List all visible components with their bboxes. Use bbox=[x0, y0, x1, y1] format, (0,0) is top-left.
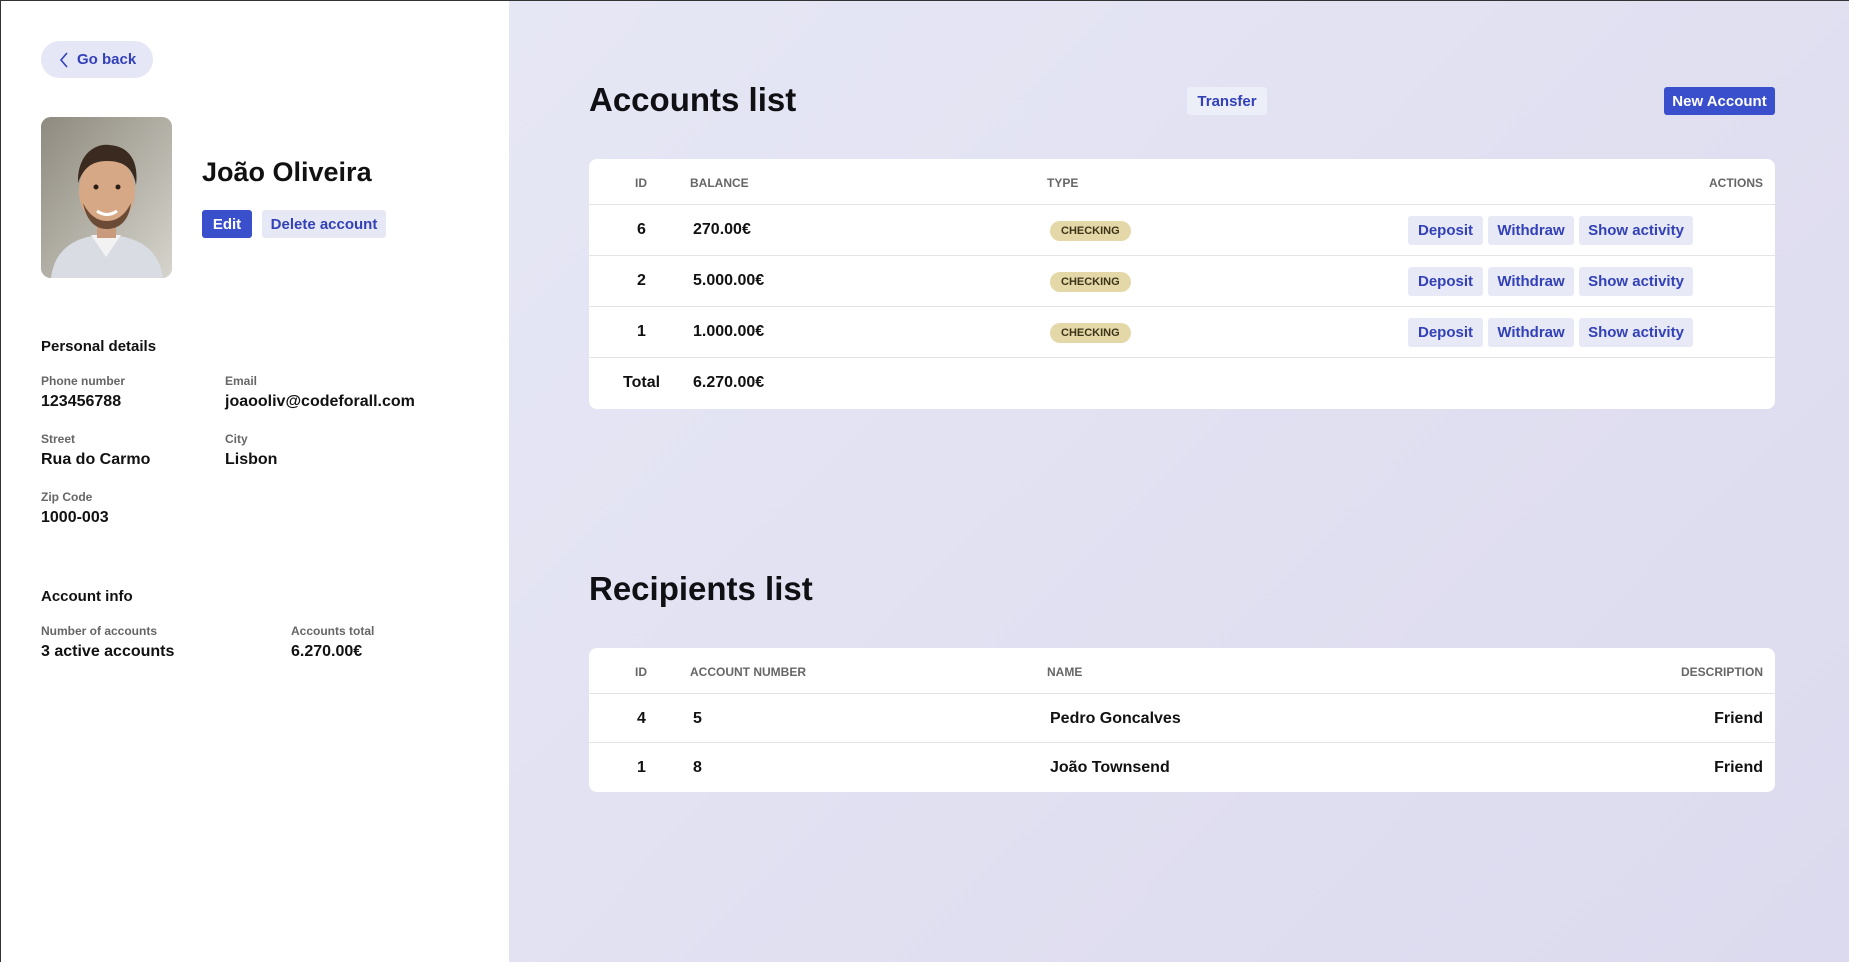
account-type-badge: CHECKING bbox=[1050, 323, 1131, 343]
total-value: 6.270.00€ bbox=[693, 374, 765, 391]
phone-label: Phone number bbox=[41, 374, 126, 388]
column-header: ACTIONS bbox=[1709, 176, 1763, 190]
phone-value: 123456788 bbox=[41, 393, 122, 410]
recipient-name: João Townsend bbox=[1050, 759, 1170, 776]
street-label: Street bbox=[41, 432, 76, 446]
table-row: 2 5.000.00€ CHECKING Deposit Withdraw Sh… bbox=[589, 256, 1775, 307]
personal-details-title: Personal details bbox=[41, 338, 157, 355]
accounts-table: ID BALANCE TYPE ACTIONS 6 270.00€ CHECKI… bbox=[589, 159, 1775, 409]
show-activity-button[interactable]: Show activity bbox=[1579, 267, 1693, 296]
account-balance: 1.000.00€ bbox=[693, 323, 765, 340]
account-id: 6 bbox=[637, 221, 646, 238]
table-row: 4 5 Pedro Goncalves Friend bbox=[589, 694, 1775, 743]
user-photo bbox=[41, 117, 172, 278]
table-row: 6 270.00€ CHECKING Deposit Withdraw Show… bbox=[589, 205, 1775, 256]
table-header: ID BALANCE TYPE ACTIONS bbox=[589, 159, 1775, 205]
chevron-left-icon bbox=[59, 51, 68, 68]
table-row: 1 1.000.00€ CHECKING Deposit Withdraw Sh… bbox=[589, 307, 1775, 358]
recipient-account: 5 bbox=[693, 710, 702, 727]
transfer-button[interactable]: Transfer bbox=[1187, 87, 1267, 115]
account-info-title: Account info bbox=[41, 588, 133, 605]
go-back-label: Go back bbox=[77, 51, 137, 68]
column-header: ACCOUNT NUMBER bbox=[690, 665, 806, 679]
recipients-table: ID ACCOUNT NUMBER NAME DESCRIPTION 4 5 P… bbox=[589, 648, 1775, 792]
accounts-heading: Accounts list bbox=[589, 81, 797, 118]
street-value: Rua do Carmo bbox=[41, 451, 151, 468]
recipient-id: 4 bbox=[637, 710, 646, 727]
account-type-badge: CHECKING bbox=[1050, 221, 1131, 241]
new-account-button[interactable]: New Account bbox=[1664, 87, 1775, 115]
edit-button[interactable]: Edit bbox=[202, 210, 252, 238]
account-type-badge: CHECKING bbox=[1050, 272, 1131, 292]
city-value: Lisbon bbox=[225, 451, 278, 468]
column-header: TYPE bbox=[1047, 176, 1079, 190]
column-header: NAME bbox=[1047, 665, 1083, 679]
user-name: João Oliveira bbox=[202, 157, 372, 187]
column-header: ID bbox=[635, 176, 647, 190]
go-back-button[interactable]: Go back bbox=[41, 41, 153, 78]
total-label: Total bbox=[623, 374, 661, 391]
show-activity-button[interactable]: Show activity bbox=[1579, 318, 1693, 347]
num-accounts-value: 3 active accounts bbox=[41, 643, 175, 660]
total-row: Total 6.270.00€ bbox=[589, 358, 1775, 409]
withdraw-button[interactable]: Withdraw bbox=[1488, 318, 1574, 347]
account-id: 1 bbox=[637, 323, 646, 340]
avatar bbox=[41, 117, 172, 278]
account-balance: 5.000.00€ bbox=[693, 272, 765, 289]
recipient-account: 8 bbox=[693, 759, 702, 776]
withdraw-button[interactable]: Withdraw bbox=[1488, 216, 1574, 245]
deposit-button[interactable]: Deposit bbox=[1408, 318, 1483, 347]
accounts-total-label: Accounts total bbox=[291, 624, 375, 638]
deposit-button[interactable]: Deposit bbox=[1408, 267, 1483, 296]
city-label: City bbox=[225, 432, 248, 446]
recipient-name: Pedro Goncalves bbox=[1050, 710, 1181, 727]
table-header: ID ACCOUNT NUMBER NAME DESCRIPTION bbox=[589, 648, 1775, 694]
column-header: ID bbox=[635, 665, 647, 679]
recipients-heading: Recipients list bbox=[589, 570, 813, 607]
deposit-button[interactable]: Deposit bbox=[1408, 216, 1483, 245]
table-row: 1 8 João Townsend Friend bbox=[589, 743, 1775, 792]
withdraw-button[interactable]: Withdraw bbox=[1488, 267, 1574, 296]
email-value: joaooliv@codeforall.com bbox=[225, 393, 415, 410]
show-activity-button[interactable]: Show activity bbox=[1579, 216, 1693, 245]
zip-label: Zip Code bbox=[41, 490, 93, 504]
profile-sidebar: Go back João Oliveira Edit Delete accoun… bbox=[0, 0, 509, 962]
num-accounts-label: Number of accounts bbox=[41, 624, 158, 638]
account-balance: 270.00€ bbox=[693, 221, 751, 238]
recipient-description: Friend bbox=[1714, 710, 1763, 727]
delete-account-button[interactable]: Delete account bbox=[262, 210, 386, 238]
account-id: 2 bbox=[637, 272, 646, 289]
recipient-id: 1 bbox=[637, 759, 646, 776]
column-header: BALANCE bbox=[690, 176, 749, 190]
accounts-total-value: 6.270.00€ bbox=[291, 643, 363, 660]
column-header: DESCRIPTION bbox=[1680, 665, 1763, 679]
recipient-description: Friend bbox=[1714, 759, 1763, 776]
zip-value: 1000-003 bbox=[41, 509, 109, 526]
email-label: Email bbox=[225, 374, 258, 388]
main-content: Accounts list Transfer New Account ID BA… bbox=[509, 0, 1849, 962]
